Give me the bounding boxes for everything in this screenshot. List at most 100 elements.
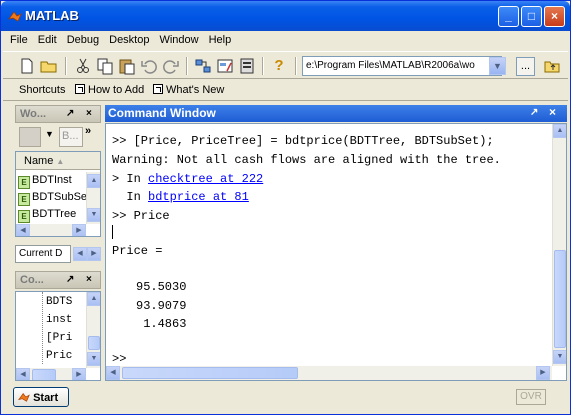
scroll-down-icon[interactable]: ▼ [87, 352, 100, 366]
menu-desktop[interactable]: Desktop [104, 32, 154, 50]
undock-icon[interactable]: ↗ [66, 274, 74, 285]
output-value: 95.5030 [136, 280, 187, 294]
bdtprice-link[interactable]: bdtprice at 81 [148, 190, 249, 204]
shortcut-how-to-add[interactable]: How to Add [75, 84, 144, 96]
scrollbar[interactable]: ▲ ▼ [552, 124, 566, 366]
menu-edit[interactable]: Edit [33, 32, 62, 50]
tab-scroll-right-icon[interactable]: ▶ [87, 247, 101, 261]
command-window-title: Command Window [108, 106, 216, 120]
workspace-list: Name ▲ E BDTInst E BDTSubSet E BDTTree ▲ ▼ … [15, 151, 101, 237]
profiler-icon[interactable] [237, 56, 257, 76]
browse-directory-button[interactable]: ... [516, 57, 535, 76]
new-file-icon[interactable] [17, 56, 37, 76]
scroll-right-icon[interactable]: ▶ [72, 368, 86, 380]
overflow-icon[interactable]: » [85, 125, 91, 137]
stack-line: In bdtprice at 81 [112, 190, 249, 204]
scroll-up-icon[interactable]: ▲ [553, 124, 566, 138]
overwrite-indicator: OVR [516, 389, 546, 405]
help-icon[interactable]: ? [269, 56, 289, 76]
command-history-header[interactable]: Co... ↗ × [15, 271, 101, 289]
history-item[interactable]: [Pri [46, 332, 72, 344]
undock-icon[interactable]: ↗ [530, 107, 538, 118]
scroll-thumb[interactable] [88, 336, 100, 350]
matlab-window: MATLAB _ □ × File Edit Debug Desktop Win… [0, 0, 571, 415]
copy-icon[interactable] [95, 56, 115, 76]
shortcuts-bar: Shortcuts How to Add What's New [3, 81, 568, 101]
command-history-list: BDTS inst [Pri Pric ▲ ▼ ◀ ▶ [15, 291, 101, 381]
shortcut-whats-new[interactable]: What's New [153, 84, 224, 96]
tab-scroll-left-icon[interactable]: ◀ [73, 247, 87, 261]
guide-icon[interactable] [215, 56, 235, 76]
status-bar: Start OVR [3, 387, 569, 411]
command-history-title: Co... [20, 274, 44, 286]
horizontal-scrollbar[interactable]: ◀ ▶ [16, 224, 86, 236]
menu-window[interactable]: Window [154, 32, 203, 50]
menu-bar: File Edit Debug Desktop Window Help [5, 32, 236, 50]
tab-current-directory[interactable]: Current D [15, 245, 71, 263]
column-header-name[interactable]: Name ▲ [16, 152, 100, 170]
scroll-thumb[interactable] [554, 250, 566, 348]
close-button[interactable]: × [544, 6, 565, 27]
output-label: Price = [112, 244, 163, 258]
workspace-title: Wo... [20, 108, 47, 120]
command-window-output[interactable]: >> [Price, PriceTree] = bdtprice(BDTTree… [105, 123, 567, 381]
up-folder-icon[interactable] [542, 56, 562, 76]
menu-debug[interactable]: Debug [62, 32, 104, 50]
scroll-left-icon[interactable]: ◀ [106, 366, 120, 380]
open-folder-icon[interactable] [39, 56, 59, 76]
undo-icon[interactable] [139, 56, 159, 76]
scroll-up-icon[interactable]: ▲ [87, 174, 100, 188]
workspace-item[interactable]: E BDTSubSet [18, 191, 90, 206]
simulink-icon[interactable] [193, 56, 213, 76]
shortcut-icon [75, 84, 85, 94]
maximize-button[interactable]: □ [521, 6, 542, 27]
scroll-thumb[interactable] [122, 367, 298, 379]
history-item[interactable]: inst [46, 314, 72, 326]
history-item[interactable]: BDTS [46, 296, 72, 308]
toolbar: ? e:\Program Files\MATLAB\R2006a\wo ▼ ..… [3, 51, 568, 79]
menu-file[interactable]: File [5, 32, 33, 50]
checktree-link[interactable]: checktree at 222 [148, 172, 263, 186]
scroll-down-icon[interactable]: ▼ [87, 208, 100, 222]
workspace-item[interactable]: E BDTTree [18, 208, 76, 223]
history-item[interactable]: Pric [46, 350, 72, 362]
scroll-left-icon[interactable]: ◀ [16, 368, 30, 380]
chevron-down-icon[interactable]: ▼ [489, 57, 506, 75]
toolbar-separator [186, 57, 188, 75]
workspace-item[interactable]: E BDTInst [18, 174, 72, 189]
matlab-logo-icon [8, 11, 22, 22]
scroll-thumb[interactable] [32, 369, 56, 380]
shortcuts-label: Shortcuts [19, 84, 66, 96]
title-bar[interactable]: MATLAB _ □ × [1, 1, 570, 31]
horizontal-scrollbar[interactable]: ◀ ▶ [16, 368, 86, 380]
chevron-down-icon[interactable]: ▼ [45, 129, 54, 139]
menu-help[interactable]: Help [204, 32, 237, 50]
horizontal-scrollbar[interactable]: ◀ ▶ [106, 366, 552, 380]
scrollbar[interactable]: ▲ ▼ [86, 172, 100, 224]
workspace-header[interactable]: Wo... ↗ × [15, 105, 101, 123]
undock-icon[interactable]: ↗ [66, 108, 74, 119]
workspace-more-button[interactable]: B... [59, 127, 83, 147]
scroll-right-icon[interactable]: ▶ [72, 224, 86, 236]
minimize-button[interactable]: _ [498, 6, 519, 27]
cut-icon[interactable] [73, 56, 93, 76]
close-icon[interactable]: × [86, 274, 92, 285]
command-window-header[interactable]: Command Window ↗ × [105, 105, 567, 122]
sort-arrow-icon: ▲ [56, 157, 65, 166]
scrollbar[interactable]: ▲ ▼ [86, 292, 100, 368]
scroll-down-icon[interactable]: ▼ [553, 350, 566, 364]
workspace-toolbar: ▼ B... » [15, 125, 101, 149]
output-value: 93.9079 [136, 299, 187, 313]
toolbar-separator [262, 57, 264, 75]
close-icon[interactable]: × [549, 105, 556, 119]
warning-line: Warning: Not all cash flows are aligned … [112, 153, 501, 167]
paste-icon[interactable] [117, 56, 137, 76]
current-directory-field[interactable]: e:\Program Files\MATLAB\R2006a\wo [302, 56, 502, 76]
start-button[interactable]: Start [13, 387, 69, 407]
close-icon[interactable]: × [86, 108, 92, 119]
scroll-left-icon[interactable]: ◀ [16, 224, 30, 236]
workspace-import-icon[interactable] [19, 127, 41, 147]
scroll-up-icon[interactable]: ▲ [87, 292, 100, 306]
redo-icon[interactable] [161, 56, 181, 76]
scroll-right-icon[interactable]: ▶ [536, 366, 550, 380]
